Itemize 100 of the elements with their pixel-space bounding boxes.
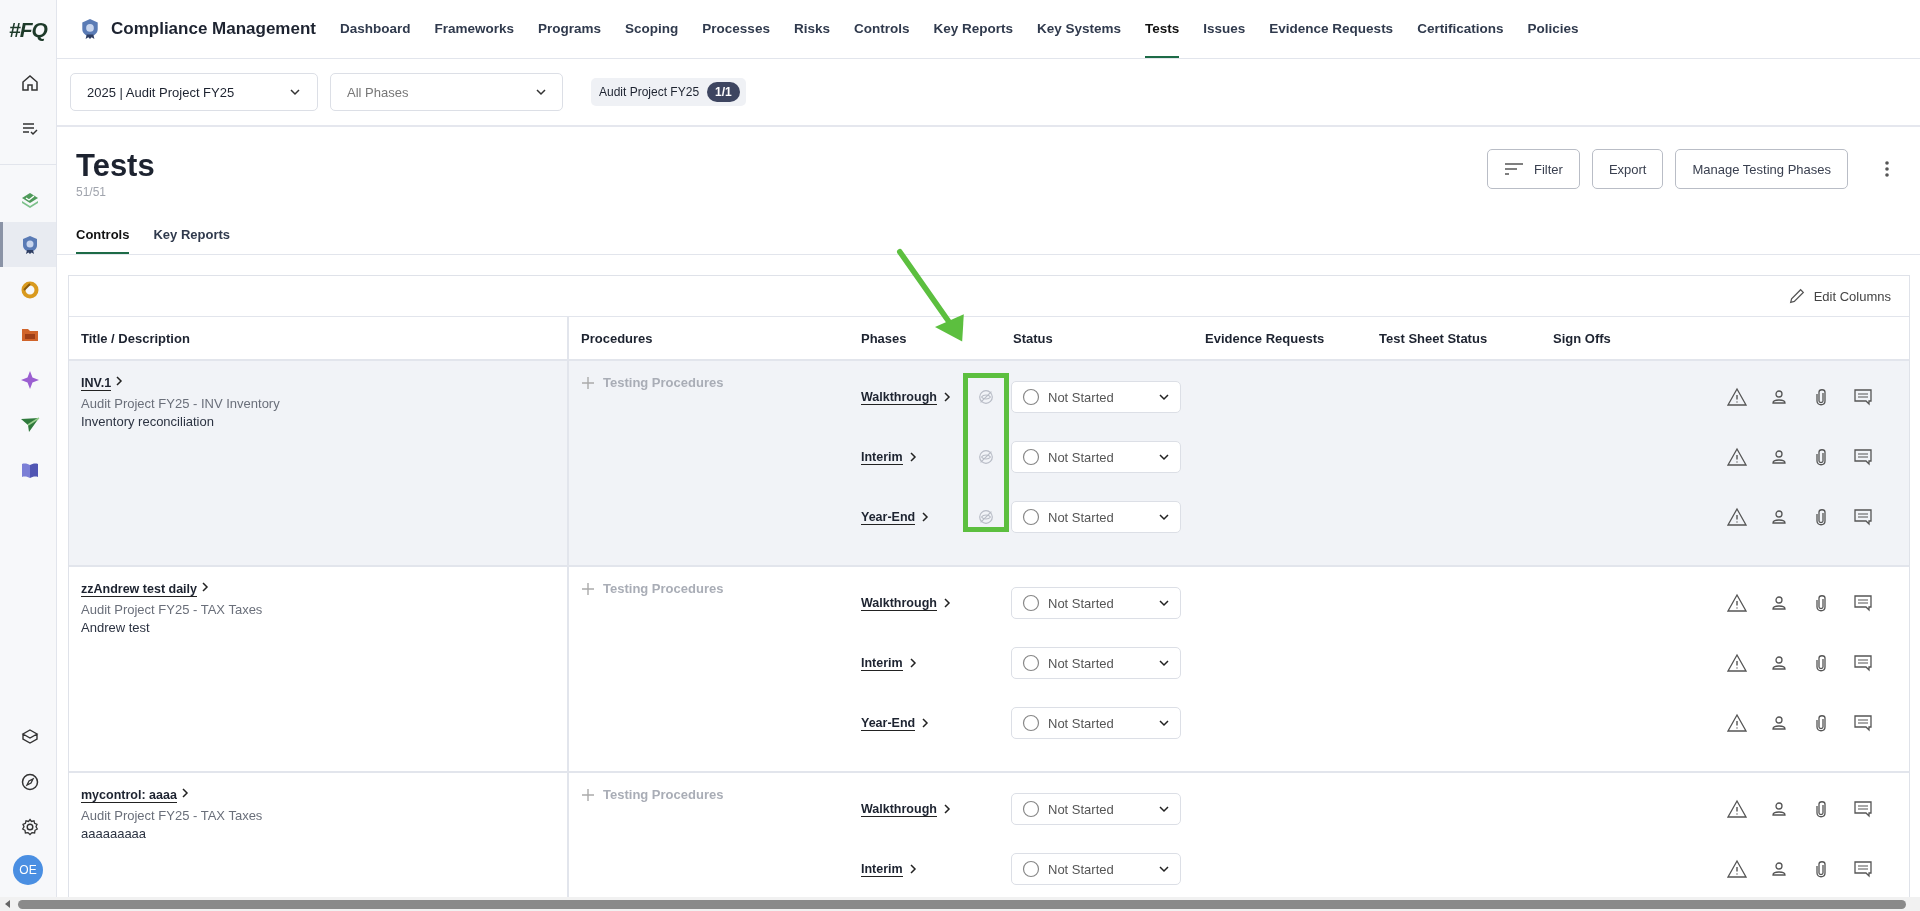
project-text: Audit Project FY25 - INV Inventory [81, 396, 281, 412]
nav-link[interactable]: Processes [702, 0, 770, 58]
nav-link[interactable]: Evidence Requests [1269, 0, 1394, 58]
column-header: Procedures [581, 330, 653, 346]
status-dropdown[interactable]: Not Started [1011, 793, 1181, 826]
nav-link[interactable]: Dashboard [340, 0, 411, 58]
warning-icon[interactable] [1727, 653, 1747, 674]
comment-icon[interactable] [1853, 447, 1873, 468]
scroll-left-icon[interactable] [4, 899, 12, 909]
status-circle-icon [1022, 654, 1040, 673]
phase-link[interactable]: Walkthrough [861, 801, 937, 817]
nav-link[interactable]: Controls [853, 0, 910, 58]
comment-icon[interactable] [1853, 799, 1873, 820]
column-header: Sign Offs [1553, 330, 1611, 346]
eye-off-icon [977, 388, 995, 407]
warning-icon[interactable] [1727, 507, 1747, 528]
chevron-right-icon [115, 375, 124, 388]
phase-link[interactable]: Walkthrough [861, 595, 937, 611]
edit-columns-button[interactable]: Edit Columns [1787, 287, 1891, 306]
status-circle-icon [1022, 448, 1040, 467]
control-link[interactable]: mycontrol: aaaa [81, 788, 177, 804]
control-link[interactable]: zzAndrew test daily [81, 582, 197, 598]
warning-icon[interactable] [1727, 859, 1747, 880]
toolbar-button[interactable]: Export [1591, 149, 1664, 189]
warning-icon[interactable] [1727, 713, 1747, 734]
chip-label: Audit Project FY25 [599, 85, 700, 99]
compass-icon[interactable] [19, 771, 40, 792]
ring-icon[interactable] [19, 279, 40, 300]
warning-icon[interactable] [1727, 387, 1747, 408]
cube-icon[interactable] [19, 726, 40, 747]
chevron-right-icon [942, 803, 951, 816]
phase-link[interactable]: Interim [861, 861, 903, 877]
comment-icon[interactable] [1853, 859, 1873, 880]
status-dropdown[interactable]: Not Started [1011, 853, 1181, 886]
nav-link[interactable]: Frameworks [434, 0, 515, 58]
column-header: Test Sheet Status [1379, 330, 1488, 346]
description-text: aaaaaaaaa [81, 826, 148, 842]
phase-link[interactable]: Walkthrough [861, 389, 937, 405]
project-text: Audit Project FY25 - TAX Taxes [81, 808, 264, 824]
chevron-right-icon [921, 717, 930, 730]
status-dropdown[interactable]: Not Started [1011, 707, 1181, 740]
sparkle-icon[interactable] [19, 369, 40, 390]
column-header: Title / Description [81, 330, 190, 346]
warning-icon[interactable] [1727, 447, 1747, 468]
phase-link[interactable]: Year-End [861, 509, 916, 525]
status-dropdown[interactable]: Not Started [1011, 501, 1181, 534]
eye-off-icon [977, 448, 995, 467]
chevron-right-icon [908, 863, 917, 876]
badge-icon [79, 18, 101, 40]
comment-icon[interactable] [1853, 507, 1873, 528]
description-text: Andrew test [81, 620, 151, 636]
status-circle-icon [1022, 508, 1040, 527]
phase-link[interactable]: Interim [861, 655, 903, 671]
comment-icon[interactable] [1853, 593, 1873, 614]
home-icon[interactable] [19, 72, 40, 93]
nav-link[interactable]: Tests [1145, 0, 1180, 58]
column-header: Status [1013, 330, 1053, 346]
status-dropdown[interactable]: Not Started [1011, 381, 1181, 414]
nav-link[interactable]: Certifications [1417, 0, 1504, 58]
description-text: Inventory reconciliation [81, 414, 215, 430]
warning-icon[interactable] [1727, 593, 1747, 614]
status-dropdown[interactable]: Not Started [1011, 441, 1181, 474]
nav-link[interactable]: Programs [538, 0, 602, 58]
eye-off-icon [977, 508, 995, 527]
phases-dropdown[interactable]: All Phases [330, 73, 563, 111]
status-circle-icon [1022, 714, 1040, 733]
comment-icon[interactable] [1853, 387, 1873, 408]
nav-link[interactable]: Policies [1527, 0, 1579, 58]
nav-link[interactable]: Issues [1203, 0, 1246, 58]
plus-icon [581, 581, 595, 596]
chevron-right-icon [908, 451, 917, 464]
control-link[interactable]: INV.1 [81, 376, 112, 392]
chevron-right-icon [180, 787, 189, 800]
nav-link[interactable]: Key Systems [1036, 0, 1122, 58]
chevron-right-icon [942, 597, 951, 610]
nav-link[interactable]: Key Reports [933, 0, 1013, 58]
horizontal-scrollbar[interactable] [0, 897, 1920, 911]
status-circle-icon [1022, 860, 1040, 879]
comment-icon[interactable] [1853, 653, 1873, 674]
settings-icon[interactable] [19, 816, 40, 837]
tab[interactable]: Key Reports [153, 227, 231, 255]
project-chip[interactable]: Audit Project FY25 1/1 [591, 78, 746, 106]
chevron-right-icon [942, 391, 951, 404]
phase-link[interactable]: Year-End [861, 715, 916, 731]
nav-link[interactable]: Risks [793, 0, 830, 58]
toolbar-button[interactable]: Manage Testing Phases [1675, 149, 1848, 189]
status-dropdown[interactable]: Not Started [1011, 587, 1181, 620]
pencil-icon [1787, 287, 1806, 306]
logo[interactable]: #FQ [0, 0, 56, 60]
project-dropdown[interactable]: 2025 | Audit Project FY25 [70, 73, 318, 111]
chevron-right-icon [201, 581, 209, 594]
more-icon[interactable] [1884, 159, 1890, 179]
project-text: Audit Project FY25 - TAX Taxes [81, 602, 264, 618]
phase-link[interactable]: Interim [861, 449, 903, 465]
toolbar-button[interactable]: Filter [1487, 149, 1580, 189]
tab[interactable]: Controls [76, 227, 130, 255]
comment-icon[interactable] [1853, 713, 1873, 734]
nav-link[interactable]: Scoping [625, 0, 679, 58]
status-dropdown[interactable]: Not Started [1011, 647, 1181, 680]
warning-icon[interactable] [1727, 799, 1747, 820]
